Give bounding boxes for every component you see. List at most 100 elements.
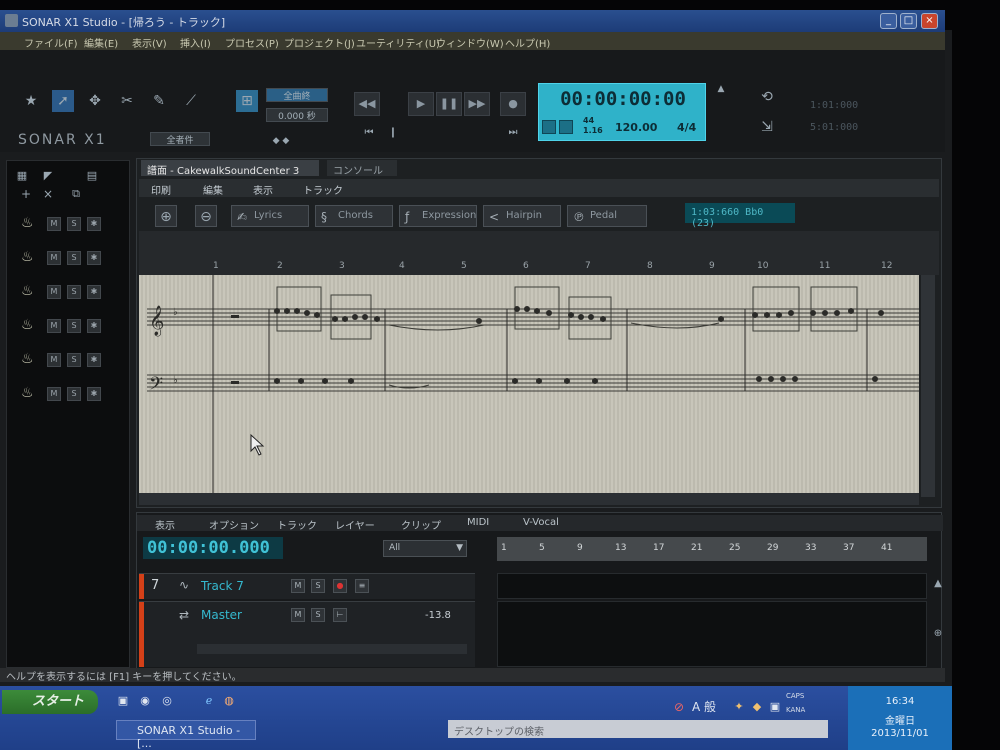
browser-icon[interactable]: ◉ <box>134 690 156 712</box>
mute-button[interactable]: M <box>291 579 305 593</box>
go-to-end-icon[interactable]: ⏭ <box>502 122 524 144</box>
lyrics-button[interactable]: ✍ Lyrics <box>231 205 309 227</box>
track-menu-vvocal[interactable]: V-Vocal <box>523 517 559 528</box>
menu-utility[interactable]: ユーティリティ(U) <box>356 35 440 50</box>
tray-icon[interactable]: ▣ <box>764 696 786 718</box>
taskbar-sonar-item[interactable]: SONAR X1 Studio - [... <box>116 720 256 750</box>
clip-lane[interactable] <box>497 601 927 667</box>
maximize-button[interactable]: □ <box>900 13 917 29</box>
close-button[interactable]: × <box>921 13 938 29</box>
zoom-out-icon[interactable]: ⊖ <box>195 205 217 227</box>
master-volume[interactable]: -13.8 <box>425 610 451 621</box>
track-name[interactable]: Master <box>201 608 242 622</box>
punch-toggle-icon[interactable]: ⇲ <box>756 116 778 138</box>
tab-console[interactable]: コンソール <box>327 160 397 177</box>
tempo-value[interactable]: 120.00 <box>615 121 657 134</box>
add-icon[interactable]: + <box>15 183 37 205</box>
fx-icon[interactable]: ✱ <box>87 251 101 265</box>
expression-button[interactable]: ƒ Expression <box>399 205 477 227</box>
mute-button[interactable]: M <box>47 353 61 367</box>
menu-process[interactable]: プロセス(P) <box>225 35 279 50</box>
staff-menu-edit[interactable]: 編集 <box>203 182 223 197</box>
synth-strip[interactable]: ♨ M S ✱ <box>17 315 127 339</box>
menu-insert[interactable]: 挿入(I) <box>180 35 211 50</box>
menu-window[interactable]: ウィンドウ(W) <box>436 35 504 50</box>
rewind-icon[interactable]: ◀◀ <box>354 92 380 116</box>
score-horizontal-scrollbar[interactable] <box>139 493 919 505</box>
scroll-up-icon[interactable]: ▲ <box>927 573 949 595</box>
pedal-button[interactable]: ℗ Pedal <box>567 205 647 227</box>
star-icon[interactable]: ★ <box>20 90 42 112</box>
staff-menu-view[interactable]: 表示 <box>253 182 273 197</box>
track-row[interactable]: 7 ∿ Track 7 M S ● ≡ <box>139 573 475 599</box>
media-icon[interactable]: ◎ <box>156 690 178 712</box>
solo-button[interactable]: S <box>311 608 325 622</box>
output-icon[interactable]: ⊢ <box>333 608 347 622</box>
hairpin-button[interactable]: < Hairpin <box>483 205 561 227</box>
mute-button[interactable]: M <box>47 251 61 265</box>
menu-help[interactable]: ヘルプ(H) <box>505 35 550 50</box>
track-menu-options[interactable]: オプション <box>209 517 259 532</box>
ime-indicator[interactable]: A 般 <box>692 698 716 715</box>
solo-button[interactable]: S <box>311 579 325 593</box>
synth-strip[interactable]: ♨ M S ✱ <box>17 213 127 237</box>
loop-start[interactable]: 1:01:000 <box>810 100 858 111</box>
remove-icon[interactable]: × <box>37 183 59 205</box>
quick-launch-icon[interactable]: ▣ <box>112 690 134 712</box>
record-icon[interactable]: ● <box>500 92 526 116</box>
fx-icon[interactable]: ✱ <box>87 387 101 401</box>
solo-button[interactable]: S <box>67 285 81 299</box>
solo-button[interactable]: S <box>67 251 81 265</box>
antivirus-icon[interactable]: ⊘ <box>668 696 690 718</box>
solo-button[interactable]: S <box>67 387 81 401</box>
menu-edit[interactable]: 編集(E) <box>84 35 118 50</box>
synth-strip[interactable]: ♨ M S ✱ <box>17 281 127 305</box>
smart-tool-icon[interactable]: ➚ <box>52 90 74 112</box>
synth-strip[interactable]: ♨ M S ✱ <box>17 247 127 271</box>
menu-project[interactable]: プロジェクト(J) <box>284 35 355 50</box>
loop-icon[interactable] <box>542 120 556 134</box>
fx-icon[interactable]: ✱ <box>87 217 101 231</box>
mute-button[interactable]: M <box>47 319 61 333</box>
chords-button[interactable]: § Chords <box>315 205 393 227</box>
solo-button[interactable]: S <box>67 353 81 367</box>
track-row[interactable]: ⇄ Master M S ⊢ -13.8 <box>139 601 475 667</box>
track-menu-midi[interactable]: MIDI <box>467 517 489 528</box>
mute-button[interactable]: M <box>47 285 61 299</box>
loop-toggle-icon[interactable]: ⟲ <box>756 86 778 108</box>
ie-icon[interactable]: ℯ <box>198 690 220 712</box>
staff-menu-print[interactable]: 印刷 <box>151 182 171 197</box>
go-to-start-icon[interactable]: ⏮ <box>358 122 380 144</box>
track-menu-layer[interactable]: レイヤー <box>335 517 375 532</box>
punch-icon[interactable] <box>559 120 573 134</box>
scissors-icon[interactable]: ✂ <box>116 90 138 112</box>
chrome-icon[interactable]: ◍ <box>218 690 240 712</box>
time-signature[interactable]: 4/4 <box>677 121 696 134</box>
score-vertical-scrollbar[interactable] <box>921 275 935 497</box>
fast-forward-icon[interactable]: ▶▶ <box>464 92 490 116</box>
copy-icon[interactable]: ⧉ <box>65 183 87 205</box>
synth-strip[interactable]: ♨ M S ✱ <box>17 383 127 407</box>
score-canvas[interactable]: 𝄞 𝄢 ♭ ♭ <box>139 275 919 497</box>
fx-icon[interactable]: ✱ <box>87 319 101 333</box>
zoom-in-icon[interactable]: ⊕ <box>155 205 177 227</box>
input-echo-button[interactable]: ≡ <box>355 579 369 593</box>
start-button[interactable]: スタート <box>2 690 98 714</box>
record-arm-button[interactable]: ● <box>333 579 347 593</box>
mute-button[interactable]: M <box>291 608 305 622</box>
play-icon[interactable]: ▶ <box>408 92 434 116</box>
staff-ruler[interactable]: 1 2 3 4 5 6 7 8 9 10 11 12 <box>139 231 939 275</box>
track-menu-clip[interactable]: クリップ <box>401 517 441 532</box>
menu-view[interactable]: 表示(V) <box>132 35 167 50</box>
fx-icon[interactable]: ✱ <box>87 285 101 299</box>
system-tray-clock[interactable]: 16:34 金曜日 2013/11/01 <box>848 686 952 750</box>
track-menu-track[interactable]: トラック <box>277 517 317 532</box>
master-fader[interactable] <box>197 644 467 654</box>
staff-menu-track[interactable]: トラック <box>303 182 343 197</box>
menu-file[interactable]: ファイル(F) <box>24 35 78 50</box>
step-icon[interactable]: ❙ <box>382 122 404 144</box>
synth-strip[interactable]: ♨ M S ✱ <box>17 349 127 373</box>
clip-lane[interactable] <box>497 573 927 599</box>
track-menu-view[interactable]: 表示 <box>155 517 175 532</box>
timeline-ruler[interactable]: 1 5 9 13 17 21 25 29 33 37 41 <box>497 537 927 561</box>
